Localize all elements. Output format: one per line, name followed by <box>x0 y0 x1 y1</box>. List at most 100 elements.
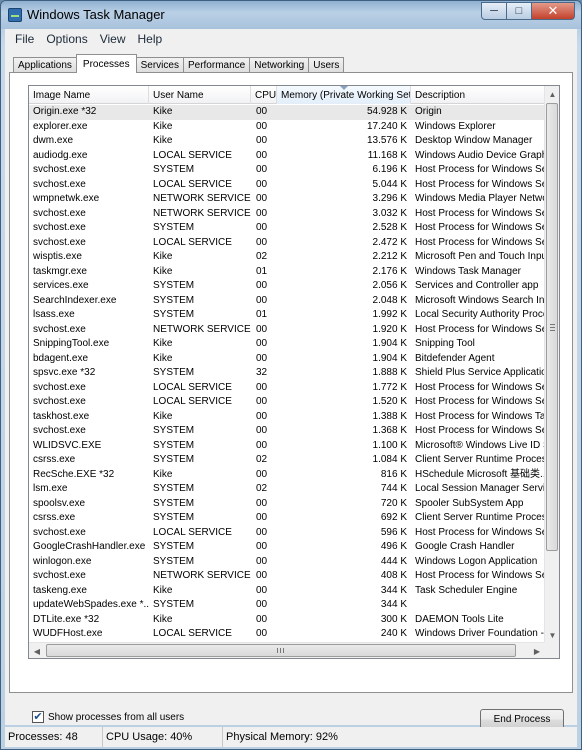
maximize-button[interactable]: □ <box>506 2 532 20</box>
table-row[interactable]: explorer.exe Kike 00 17.240 K Windows Explor… <box>29 120 545 135</box>
table-row[interactable]: svchost.exe SYSTEM 00 1.368 K Host Process f… <box>29 424 545 439</box>
cell-user-name: Kike <box>153 120 173 132</box>
horizontal-scroll-thumb[interactable] <box>46 644 516 657</box>
vertical-scrollbar[interactable]: ▲ ▼ <box>544 86 559 643</box>
table-row[interactable]: csrss.exe SYSTEM 02 1.084 K Client Server Ru… <box>29 453 545 468</box>
table-row[interactable]: taskmgr.exe Kike 01 2.176 K Windows Task Man… <box>29 265 545 280</box>
table-row[interactable]: lsass.exe SYSTEM 01 1.992 K Local Security A… <box>29 308 545 323</box>
table-row[interactable]: winlogon.exe SYSTEM 00 444 K Windows Logon A… <box>29 555 545 570</box>
menu-options[interactable]: Options <box>40 32 93 46</box>
cell-image-name: csrss.exe <box>33 454 76 465</box>
cell-image-name: RecSche.EXE *32 <box>33 468 115 480</box>
table-row[interactable]: wmpnetwk.exe NETWORK SERVICE 00 3.296 K Wind… <box>29 192 545 207</box>
horizontal-scrollbar[interactable]: ◀ ▶ <box>29 642 545 658</box>
cell-description: Shield Plus Service Application <box>415 367 545 378</box>
table-row[interactable]: services.exe SYSTEM 00 2.056 K Services and … <box>29 279 545 294</box>
cell-user-name: SYSTEM <box>153 439 195 451</box>
table-row[interactable]: spoolsv.exe SYSTEM 00 720 K Spooler SubSyste… <box>29 497 545 512</box>
cell-image-name: updateWebSpades.exe *... <box>33 599 149 610</box>
table-row[interactable]: svchost.exe NETWORK SERVICE 00 1.920 K Host … <box>29 323 545 338</box>
cell-description <box>411 598 545 613</box>
scroll-left-icon[interactable]: ◀ <box>29 643 45 658</box>
cell-memory: 1.992 K <box>372 309 407 320</box>
process-list[interactable]: Image Name User Name CPU Memory (Private… <box>28 85 560 659</box>
table-row[interactable]: taskeng.exe Kike 00 344 K Task Scheduler Eng… <box>29 584 545 599</box>
cell-user-name: SYSTEM <box>153 425 195 436</box>
table-row[interactable]: spsvc.exe *32 SYSTEM 32 1.888 K Shield Plus … <box>29 366 545 381</box>
tab-users[interactable]: Users <box>308 57 345 73</box>
tab-applications[interactable]: Applications <box>13 57 77 73</box>
table-row[interactable]: taskhost.exe Kike 00 1.388 K Host Process fo… <box>29 410 545 425</box>
table-row[interactable]: svchost.exe NETWORK SERVICE 00 3.032 K Host … <box>29 207 545 222</box>
table-row[interactable]: svchost.exe LOCAL SERVICE 00 1.772 K Host Pr… <box>29 381 545 396</box>
cell-memory: 744 K <box>380 483 407 494</box>
vertical-scroll-thumb[interactable] <box>546 103 558 551</box>
table-row[interactable]: GoogleCrashHandler.exe ... SYSTEM 00 496 K G… <box>29 540 545 555</box>
show-all-checkbox[interactable]: ✔ <box>32 711 44 723</box>
table-row[interactable]: lsm.exe SYSTEM 02 744 K Local Session Manage… <box>29 482 545 497</box>
cell-user-name: Kike <box>153 251 173 262</box>
table-row[interactable]: dwm.exe Kike 00 13.576 K Desktop Window Mana… <box>29 134 545 149</box>
column-user-name[interactable]: User Name <box>149 86 251 104</box>
tab-processes[interactable]: Processes <box>75 54 137 73</box>
cell-cpu: 00 <box>256 135 268 146</box>
table-row[interactable]: svchost.exe NETWORK SERVICE 00 408 K Host Pr… <box>29 569 545 584</box>
tab-networking[interactable]: Networking <box>249 57 310 73</box>
cell-description: Host Process for Windows Ser... <box>415 526 545 538</box>
table-row[interactable]: svchost.exe LOCAL SERVICE 00 2.472 K Host Pr… <box>29 236 545 251</box>
minimize-button[interactable]: ─ <box>481 2 507 20</box>
table-row[interactable]: audiodg.exe LOCAL SERVICE 00 11.168 K Window… <box>29 149 545 164</box>
column-cpu[interactable]: CPU <box>251 86 277 104</box>
status-processes: Processes: 48 <box>5 727 103 747</box>
cell-user-name: LOCAL SERVICE <box>153 381 232 393</box>
client-area: Applications Processes Services Performa… <box>5 49 577 730</box>
cell-memory: 1.388 K <box>372 410 407 422</box>
cell-image-name: taskhost.exe <box>33 410 90 422</box>
table-row[interactable]: updateWebSpades.exe *... SYSTEM 00 344 K <box>29 598 545 613</box>
scroll-right-icon[interactable]: ▶ <box>529 643 545 658</box>
table-row[interactable]: RecSche.EXE *32 Kike 00 816 K HSchedule Micr… <box>29 468 545 483</box>
table-row[interactable]: WLIDSVC.EXE SYSTEM 00 1.100 K Microsoft® Win… <box>29 439 545 454</box>
table-row[interactable]: svchost.exe SYSTEM 00 6.196 K Host Process f… <box>29 163 545 178</box>
table-row[interactable]: DTLite.exe *32 Kike 00 300 K DAEMON Tools Li… <box>29 613 545 628</box>
title-bar[interactable]: Windows Task Manager ─ □ ✕ <box>1 1 581 29</box>
tab-performance[interactable]: Performance <box>182 57 251 73</box>
menu-view[interactable]: View <box>94 32 132 46</box>
scroll-up-icon[interactable]: ▲ <box>545 86 559 102</box>
show-all-processes[interactable]: ✔ Show processes from all users <box>32 711 184 723</box>
column-description[interactable]: Description <box>411 86 545 104</box>
table-row[interactable]: Origin.exe *32 Kike 00 54.928 K Origin <box>29 105 545 120</box>
cell-user-name: SYSTEM <box>153 541 195 552</box>
table-row[interactable]: svchost.exe LOCAL SERVICE 00 596 K Host Proc… <box>29 526 545 541</box>
cell-cpu: 00 <box>256 207 268 219</box>
cell-cpu: 00 <box>256 149 268 161</box>
table-row[interactable]: SearchIndexer.exe SYSTEM 00 2.048 K Microsof… <box>29 294 545 309</box>
table-row[interactable]: wisptis.exe Kike 02 2.212 K Microsoft Pen an… <box>29 250 545 265</box>
cell-memory: 3.296 K <box>372 193 407 204</box>
tab-services[interactable]: Services <box>135 57 184 73</box>
menu-help[interactable]: Help <box>132 32 169 46</box>
close-button[interactable]: ✕ <box>531 2 575 20</box>
table-row[interactable]: svchost.exe LOCAL SERVICE 00 1.520 K Host Pr… <box>29 395 545 410</box>
cell-user-name: SYSTEM <box>153 497 195 509</box>
scroll-down-icon[interactable]: ▼ <box>545 627 559 643</box>
table-row[interactable]: bdagent.exe Kike 00 1.904 K Bitdefender Agen… <box>29 352 545 367</box>
column-image-name[interactable]: Image Name <box>29 86 149 104</box>
cell-cpu: 00 <box>256 526 268 538</box>
cell-user-name: SYSTEM <box>153 309 195 320</box>
caption-buttons: ─ □ ✕ <box>481 2 575 22</box>
table-row[interactable]: SnippingTool.exe Kike 00 1.904 K Snipping To… <box>29 337 545 352</box>
cell-memory: 444 K <box>380 555 407 567</box>
table-row[interactable]: WUDFHost.exe LOCAL SERVICE 00 240 K Windows … <box>29 627 545 642</box>
cell-image-name: dwm.exe <box>33 135 74 146</box>
table-row[interactable]: svchost.exe SYSTEM 00 2.528 K Host Process f… <box>29 221 545 236</box>
close-icon: ✕ <box>547 3 559 18</box>
table-row[interactable]: csrss.exe SYSTEM 00 692 K Client Server Runt… <box>29 511 545 526</box>
column-memory[interactable]: Memory (Private Working Set) <box>277 86 411 104</box>
menu-file[interactable]: File <box>9 32 40 46</box>
cell-user-name: Kike <box>153 468 173 480</box>
cell-memory: 1.520 K <box>372 396 407 407</box>
scroll-corner <box>544 642 559 658</box>
table-row[interactable]: svchost.exe LOCAL SERVICE 00 5.044 K Host Pr… <box>29 178 545 193</box>
cell-memory: 6.196 K <box>372 164 407 175</box>
